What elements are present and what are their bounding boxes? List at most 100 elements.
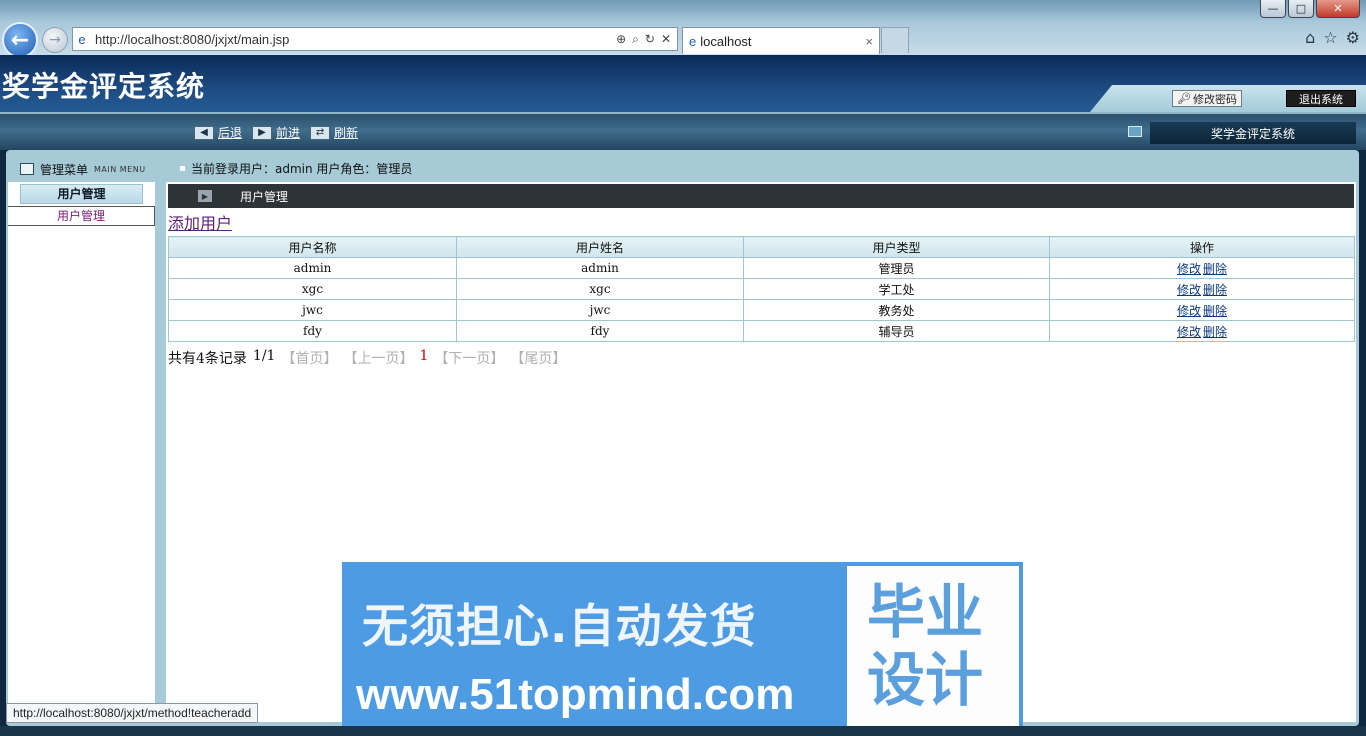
home-icon[interactable]: ⌂ (1305, 28, 1315, 47)
address-tools: ⊕ ⌕ ↻ ✕ (616, 32, 677, 47)
cell-type: 教务处 (743, 299, 1050, 321)
next-page-link[interactable]: 【下一页】 (434, 348, 504, 368)
cell-username: admin (168, 257, 457, 279)
edit-link[interactable]: 修改 (1177, 262, 1201, 276)
delete-link[interactable]: 删除 (1203, 304, 1227, 318)
change-password-button[interactable]: 🔑︎ 修改密码 (1172, 90, 1242, 107)
forward-icon[interactable]: ▶ (252, 125, 273, 140)
window-controls: — □ ✕ (1260, 0, 1360, 18)
sidebar-title: 管理菜单 (40, 162, 89, 177)
cell-actions: 修改 删除 (1049, 257, 1355, 279)
cell-actions: 修改 删除 (1049, 278, 1355, 300)
content-title-bar: ▶ 用户管理 (168, 184, 1354, 208)
table-row: admin admin 管理员 修改 删除 (168, 257, 1355, 279)
refresh-icon[interactable]: ↻ (645, 32, 655, 47)
minimize-button[interactable]: — (1260, 0, 1286, 18)
ie-logo-icon: e (78, 31, 86, 47)
banner-logo-line1: 毕业 (867, 578, 984, 646)
cell-type: 学工处 (743, 278, 1050, 300)
page-indicator: 1/1 (252, 348, 276, 364)
user-info-text: 当前登录用户：admin 用户角色：管理员 (191, 162, 413, 176)
add-user-link[interactable]: 添加用户 (168, 210, 232, 234)
banner-logo-box: 毕业 设计 (847, 566, 1019, 732)
cell-type: 管理员 (743, 257, 1050, 279)
cell-actions: 修改 删除 (1049, 320, 1355, 342)
change-password-label: 修改密码 (1193, 92, 1237, 106)
cell-actions: 修改 删除 (1049, 299, 1355, 321)
browser-chrome: — □ ✕ ← → e http://localhost:8080/jxjxt/… (0, 0, 1366, 58)
back-icon[interactable]: ◀ (194, 125, 214, 140)
cell-type: 辅导员 (743, 320, 1050, 342)
back-arrow-icon[interactable]: ← (2, 22, 38, 58)
star-icon[interactable]: ☆ (1323, 28, 1337, 47)
delete-link[interactable]: 删除 (1203, 325, 1227, 339)
new-tab-button[interactable] (881, 27, 909, 53)
app-title: 奖学金评定系统 (2, 70, 206, 103)
record-count: 共有4条记录 (168, 351, 247, 367)
refresh-icon[interactable]: ⇄ (310, 125, 331, 140)
table-header-row: 用户名称 用户姓名 用户类型 操作 (168, 236, 1355, 258)
column-header: 用户类型 (743, 236, 1050, 258)
tab-ie-icon: e (689, 33, 697, 49)
forward-link[interactable]: 前进 (276, 124, 300, 141)
browser-tab[interactable]: e localhost × (682, 27, 880, 54)
stop-icon[interactable]: ✕ (661, 32, 671, 47)
sidebar: 用户管理 用户管理 (8, 182, 155, 722)
cell-username: xgc (168, 278, 457, 300)
table-row: fdy fdy 辅导员 修改 删除 (168, 320, 1355, 342)
edit-link[interactable]: 修改 (1177, 325, 1201, 339)
current-page: 1 (419, 348, 429, 364)
system-label: 奖学金评定系统 (1150, 122, 1356, 144)
browser-right-icons: ⌂ ☆ ⚙ (1305, 28, 1360, 47)
app-toolbar: ◀ 后退 ▶ 前进 ⇄ 刷新 奖学金评定系统 (0, 112, 1366, 150)
table-row: jwc jwc 教务处 修改 删除 (168, 299, 1355, 321)
prev-page-link[interactable]: 【上一页】 (343, 348, 413, 368)
current-user-info: 当前登录用户：admin 用户角色：管理员 (180, 160, 412, 177)
maximize-button[interactable]: □ (1288, 0, 1314, 18)
cell-name: fdy (456, 320, 744, 342)
close-window-button[interactable]: ✕ (1316, 0, 1360, 18)
column-header: 操作 (1049, 236, 1355, 258)
cell-username: fdy (168, 320, 457, 342)
sidebar-header: 管理菜单 MAIN MENU (8, 156, 158, 182)
sidebar-item-user-management[interactable]: 用户管理 (8, 206, 155, 226)
status-url-tooltip: http://localhost:8080/jxjxt/method!teach… (6, 703, 259, 723)
first-page-link[interactable]: 【首页】 (281, 348, 337, 368)
monitor-icon (1128, 126, 1142, 137)
cell-name: admin (456, 257, 744, 279)
sidebar-subtitle: MAIN MENU (94, 164, 146, 174)
search-icon[interactable]: ⌕ (632, 32, 639, 47)
address-url[interactable]: http://localhost:8080/jxjxt/main.jsp (91, 32, 616, 47)
user-table: 用户名称 用户姓名 用户类型 操作 admin admin 管理员 修改 删除 x… (168, 236, 1355, 342)
forward-arrow-icon[interactable]: → (42, 27, 68, 53)
delete-link[interactable]: 删除 (1203, 262, 1227, 276)
app-header: 奖学金评定系统 🔑︎ 修改密码 退出系统 (0, 55, 1366, 112)
banner-slogan: 无须担心.自动发货 (362, 599, 757, 653)
content-title: 用户管理 (240, 189, 289, 204)
table-row: xgc xgc 学工处 修改 删除 (168, 278, 1355, 300)
banner-logo-line2: 设计 (867, 646, 984, 714)
pagination: 共有4条记录 1/1 【首页】 【上一页】 1 【下一页】 【尾页】 (168, 348, 1356, 368)
tab-close-icon[interactable]: × (865, 34, 873, 49)
logout-button[interactable]: 退出系统 (1286, 90, 1356, 107)
last-page-link[interactable]: 【尾页】 (510, 348, 566, 368)
cell-username: jwc (168, 299, 457, 321)
play-icon: ▶ (198, 190, 212, 202)
taskbar (0, 726, 1366, 736)
banner-url: www.51topmind.com (356, 670, 795, 719)
delete-link[interactable]: 删除 (1203, 283, 1227, 297)
key-icon: 🔑︎ (1177, 92, 1191, 105)
gear-icon[interactable]: ⚙ (1346, 28, 1360, 47)
edit-link[interactable]: 修改 (1177, 283, 1201, 297)
refresh-link[interactable]: 刷新 (334, 124, 358, 141)
watermark-banner: 无须担心.自动发货 www.51topmind.com 毕业 设计 (342, 562, 1023, 736)
menu-icon (20, 163, 34, 175)
back-link[interactable]: 后退 (218, 124, 242, 141)
compat-icon[interactable]: ⊕ (616, 32, 626, 47)
address-bar[interactable]: e http://localhost:8080/jxjxt/main.jsp ⊕… (72, 27, 678, 51)
cell-name: xgc (456, 278, 744, 300)
tab-title: localhost (700, 33, 752, 49)
column-header: 用户名称 (168, 236, 457, 258)
edit-link[interactable]: 修改 (1177, 304, 1201, 318)
sidebar-group-user-management[interactable]: 用户管理 (20, 184, 143, 204)
